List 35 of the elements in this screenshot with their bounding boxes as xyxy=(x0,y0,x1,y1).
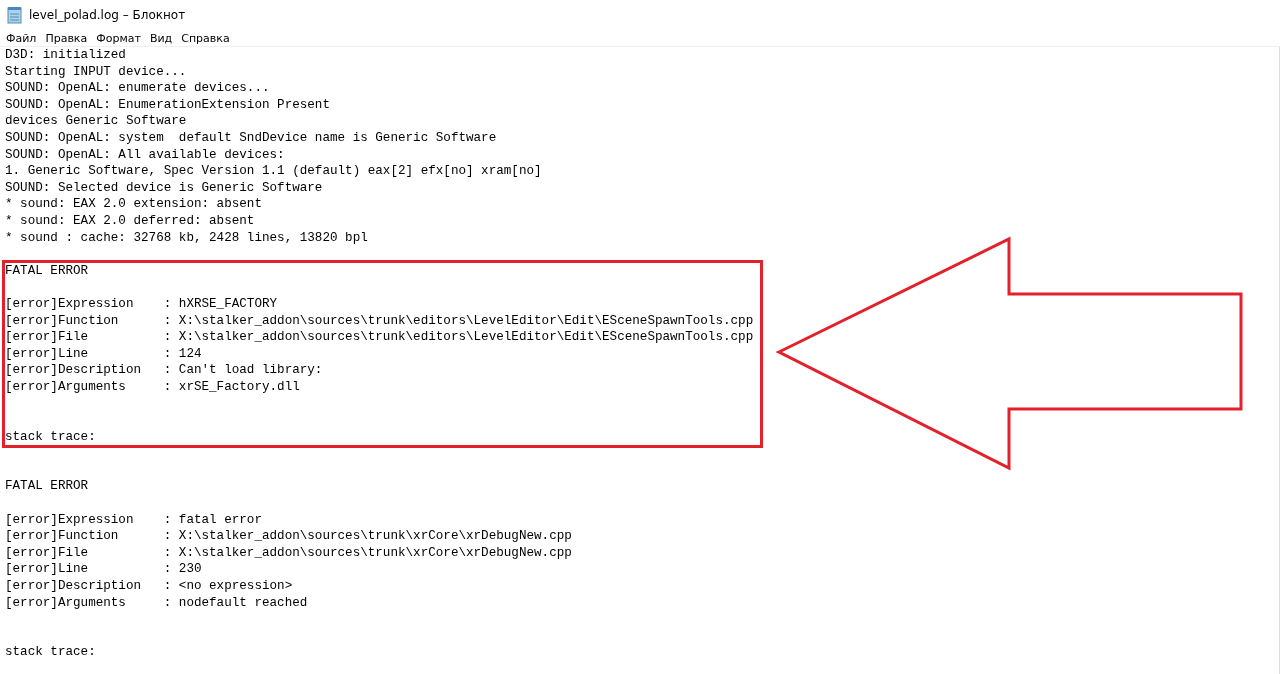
menu-item[interactable]: Правка xyxy=(45,31,88,45)
log-line: [error]Line : 230 xyxy=(5,561,202,578)
log-line: [error]Function : X:\stalker_addon\sources\trunk\xrCore\xrDebugNew.cpp xyxy=(5,528,572,545)
log-line: FATAL ERROR xyxy=(5,478,89,496)
log-line: [error]Expression : hXRSE_FACTORY xyxy=(5,295,278,313)
log-line: SOUND: OpenAL: enumerate devices... xyxy=(5,80,270,97)
log-line: [error]File : X:\stalker_addon\sources\trunk\xrCore\xrDebugNew.cpp xyxy=(5,544,572,562)
log-line: [error]Function : X:\stalker_addon\sources\trunk\editors\LevelEditor\Edit\ESceneSpawnTools.cpp xyxy=(5,312,754,330)
log-line: SOUND: OpenAL: EnumerationExtension Present xyxy=(5,96,330,114)
log-line: * sound: EAX 2.0 extension: absent xyxy=(5,196,262,213)
log-line: SOUND: OpenAL: All available devices: xyxy=(5,146,285,164)
log-line: * sound : cache: 32768 kb, 2428 lines, 13820 bpl xyxy=(5,229,368,247)
log-line: SOUND: OpenAL: system default SndDevice name is Generic Software xyxy=(5,129,497,147)
log-line: [error]Line : 124 xyxy=(5,345,202,363)
menu-item[interactable]: Справка xyxy=(181,31,230,45)
log-line: stack trace: xyxy=(5,644,96,661)
notepad-icon xyxy=(7,6,23,24)
log-line: [error]Expression : fatal error xyxy=(5,511,262,529)
log-line: [error]Description : Can't load library: xyxy=(5,362,323,379)
log-line: [error]File : X:\stalker_addon\sources\trunk\editors\LevelEditor\Edit\ESceneSpawnTools.cpp xyxy=(5,329,754,346)
log-line: 1. Generic Software, Spec Version 1.1 (default) eax[2] efx[no] xram[no] xyxy=(5,163,542,180)
log-line: stack trace: xyxy=(5,428,96,446)
menu-item[interactable]: Файл xyxy=(6,31,37,45)
log-line: D3D: initialized xyxy=(5,47,126,64)
log-line: [error]Description : <no expression> xyxy=(5,578,293,595)
log-line: * sound: EAX 2.0 deferred: absent xyxy=(5,212,255,230)
log-line: devices Generic Software xyxy=(5,113,187,130)
window-title: level_polad.log – Блокнот xyxy=(29,8,186,22)
log-line: [error]Arguments : nodefault reached xyxy=(5,594,308,612)
log-line: [error]Arguments : xrSE_Factory.dll xyxy=(5,378,300,396)
menu-item[interactable]: Вид xyxy=(149,31,173,45)
menu-item[interactable]: Формат xyxy=(96,31,141,45)
log-line: SOUND: Selected device is Generic Software xyxy=(5,179,323,197)
log-line: FATAL ERROR xyxy=(5,262,89,280)
log-line: Starting INPUT device... xyxy=(5,63,187,81)
